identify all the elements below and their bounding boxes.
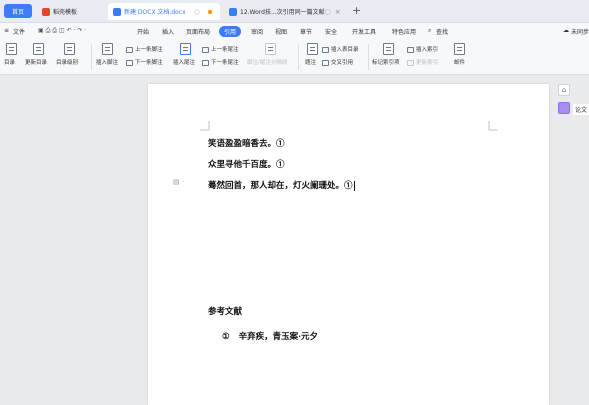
sync-status[interactable]: 未同步	[571, 27, 589, 36]
paper-icon[interactable]	[558, 102, 570, 114]
mark-index-icon[interactable]	[383, 43, 394, 55]
hamburger-icon[interactable]: ≡	[4, 27, 9, 34]
doc-line-2[interactable]: 众里寻他千百度。①	[208, 158, 285, 170]
next-endnote-button[interactable]: 下一条尾注	[202, 58, 239, 66]
insert-index-icon	[407, 46, 414, 53]
tab-word-tips-label: 12.Word技...次引用同一篇文献	[240, 9, 325, 16]
prev-footnote-icon	[126, 46, 133, 53]
menu-page-layout[interactable]: 页面布局	[186, 27, 210, 36]
footnote-separator-button: 脚注/尾注分隔线	[247, 60, 288, 66]
tab-new-docx-label: 新建 DOCX 文档.docx	[124, 9, 186, 16]
insert-table-toc-button[interactable]: 插入表目录	[322, 45, 359, 53]
caption-button[interactable]: 题注	[305, 58, 316, 66]
reference-text: 辛弃疾，青玉案·元夕	[238, 332, 319, 342]
menu-bar: ≡ 文件 ▣ ⎙ ⎙ ◫ ↶ · ↷ · 开始 插入 页面布局 引用 审阅 视图…	[0, 23, 589, 40]
update-toc-button[interactable]: 更新目录	[25, 58, 47, 66]
menu-view[interactable]: 视图	[275, 27, 287, 36]
cloud-sync-icon[interactable]: ☁	[563, 27, 569, 34]
next-footnote-icon	[126, 59, 133, 66]
tab-docer-templates[interactable]: 稻壳模板	[37, 3, 93, 20]
update-index-label: 更新索引	[416, 60, 439, 66]
menu-dev-tools[interactable]: 开发工具	[352, 27, 376, 36]
menu-review[interactable]: 审阅	[251, 27, 263, 36]
prev-footnote-label: 上一条脚注	[135, 47, 163, 53]
paragraph-menu-icon[interactable]: ▤ ·	[173, 178, 184, 186]
mark-index-button[interactable]: 标记索引项	[372, 58, 400, 66]
margin-corner-top-left	[200, 121, 210, 131]
menu-security[interactable]: 安全	[325, 27, 337, 36]
update-index-icon	[407, 59, 414, 66]
toc-icon[interactable]	[6, 43, 17, 55]
margin-corner-top-right	[488, 121, 498, 131]
toc-level-button[interactable]: 目录级别	[56, 58, 78, 66]
next-endnote-icon	[202, 59, 209, 66]
ribbon-references: 目录 更新目录 目录级别 插入脚注 上一条脚注 下一条脚注 插入尾注 上一条尾注…	[0, 40, 589, 75]
quick-access-icons[interactable]: ▣ ⎙ ⎙ ◫ ↶ · ↷ ·	[38, 27, 86, 35]
table-toc-icon	[322, 46, 329, 53]
insert-index-label: 插入索引	[416, 47, 439, 53]
text-cursor	[353, 180, 355, 191]
ribbon-separator-2	[298, 44, 299, 70]
doc-line-1[interactable]: 笑语盈盈暗香去。①	[208, 137, 285, 149]
document-page[interactable]: 笑语盈盈暗香去。① 众里寻他千百度。① 蓦然回首，那人却在，灯火阑珊处。① 参考…	[148, 84, 549, 405]
insert-endnote-icon[interactable]	[180, 43, 191, 55]
word-doc-icon-2	[229, 7, 237, 16]
insert-table-toc-label: 插入表目录	[331, 47, 359, 53]
next-footnote-label: 下一条脚注	[135, 60, 163, 66]
prev-endnote-button[interactable]: 上一条尾注	[202, 45, 239, 53]
sync-icon: ◌	[324, 7, 331, 16]
caption-icon[interactable]	[307, 43, 318, 55]
tab-docer-label: 稻壳模板	[53, 9, 78, 16]
paper-label[interactable]: 论文	[573, 104, 589, 115]
ribbon-separator-3	[368, 44, 369, 70]
reference-number: ①	[222, 332, 230, 342]
update-toc-icon[interactable]	[33, 43, 44, 55]
reference-item[interactable]: ① 辛弃疾，青玉案·元夕	[222, 330, 318, 342]
cross-ref-label: 交叉引用	[331, 60, 354, 66]
new-tab-button[interactable]: +	[352, 4, 361, 17]
menu-references[interactable]: 引用	[219, 26, 242, 37]
word-doc-icon	[113, 7, 121, 16]
modified-dot-icon	[207, 9, 212, 14]
prev-footnote-button[interactable]: 上一条脚注	[126, 45, 163, 53]
toc-level-icon[interactable]	[64, 43, 75, 55]
menu-search[interactable]: 查找	[436, 27, 448, 36]
mail-button[interactable]: 邮件	[454, 58, 465, 66]
docer-icon	[42, 7, 50, 16]
tab-word-tips[interactable]: 12.Word技...次引用同一篇文献 ◌ ×	[224, 3, 342, 20]
menu-chapter[interactable]: 章节	[300, 27, 312, 36]
references-heading[interactable]: 参考文献	[208, 305, 242, 317]
next-endnote-label: 下一条尾注	[211, 60, 239, 66]
next-footnote-button[interactable]: 下一条脚注	[126, 58, 163, 66]
prev-endnote-label: 上一条尾注	[211, 47, 239, 53]
insert-footnote-button[interactable]: 插入脚注	[96, 58, 118, 66]
menu-start[interactable]: 开始	[137, 27, 149, 36]
tab-bar: 首页 稻壳模板 新建 DOCX 文档.docx ◌ 12.Word技...次引用…	[0, 0, 589, 23]
tab-new-docx[interactable]: 新建 DOCX 文档.docx ◌	[108, 3, 220, 20]
unsaved-icon: ◌	[193, 7, 200, 16]
menu-insert[interactable]: 插入	[162, 27, 174, 36]
tab-home[interactable]: 首页	[4, 4, 32, 18]
footnote-separator-icon	[265, 43, 276, 55]
search-icon[interactable]: ⌕	[428, 27, 431, 35]
menu-file[interactable]: 文件	[13, 27, 25, 36]
tab-home-label: 首页	[11, 8, 24, 16]
toc-button[interactable]: 目录	[4, 58, 15, 66]
collapse-icon[interactable]: ⌂	[558, 84, 570, 96]
insert-footnote-icon[interactable]	[102, 43, 113, 55]
insert-endnote-button[interactable]: 插入尾注	[173, 58, 195, 66]
doc-line-3[interactable]: 蓦然回首，那人却在，灯火阑珊处。①	[208, 179, 355, 191]
ribbon-separator	[91, 44, 92, 70]
doc-line-3-text: 蓦然回首，那人却在，灯火阑珊处。①	[208, 181, 353, 191]
mail-icon[interactable]	[454, 43, 465, 55]
cross-ref-icon	[322, 59, 329, 66]
close-tab-icon[interactable]: ×	[335, 8, 341, 16]
prev-endnote-icon	[202, 46, 209, 53]
menu-special[interactable]: 特色应用	[392, 27, 416, 36]
update-index-button: 更新索引	[407, 58, 438, 66]
cross-ref-button[interactable]: 交叉引用	[322, 58, 353, 66]
insert-index-button[interactable]: 插入索引	[407, 45, 438, 53]
